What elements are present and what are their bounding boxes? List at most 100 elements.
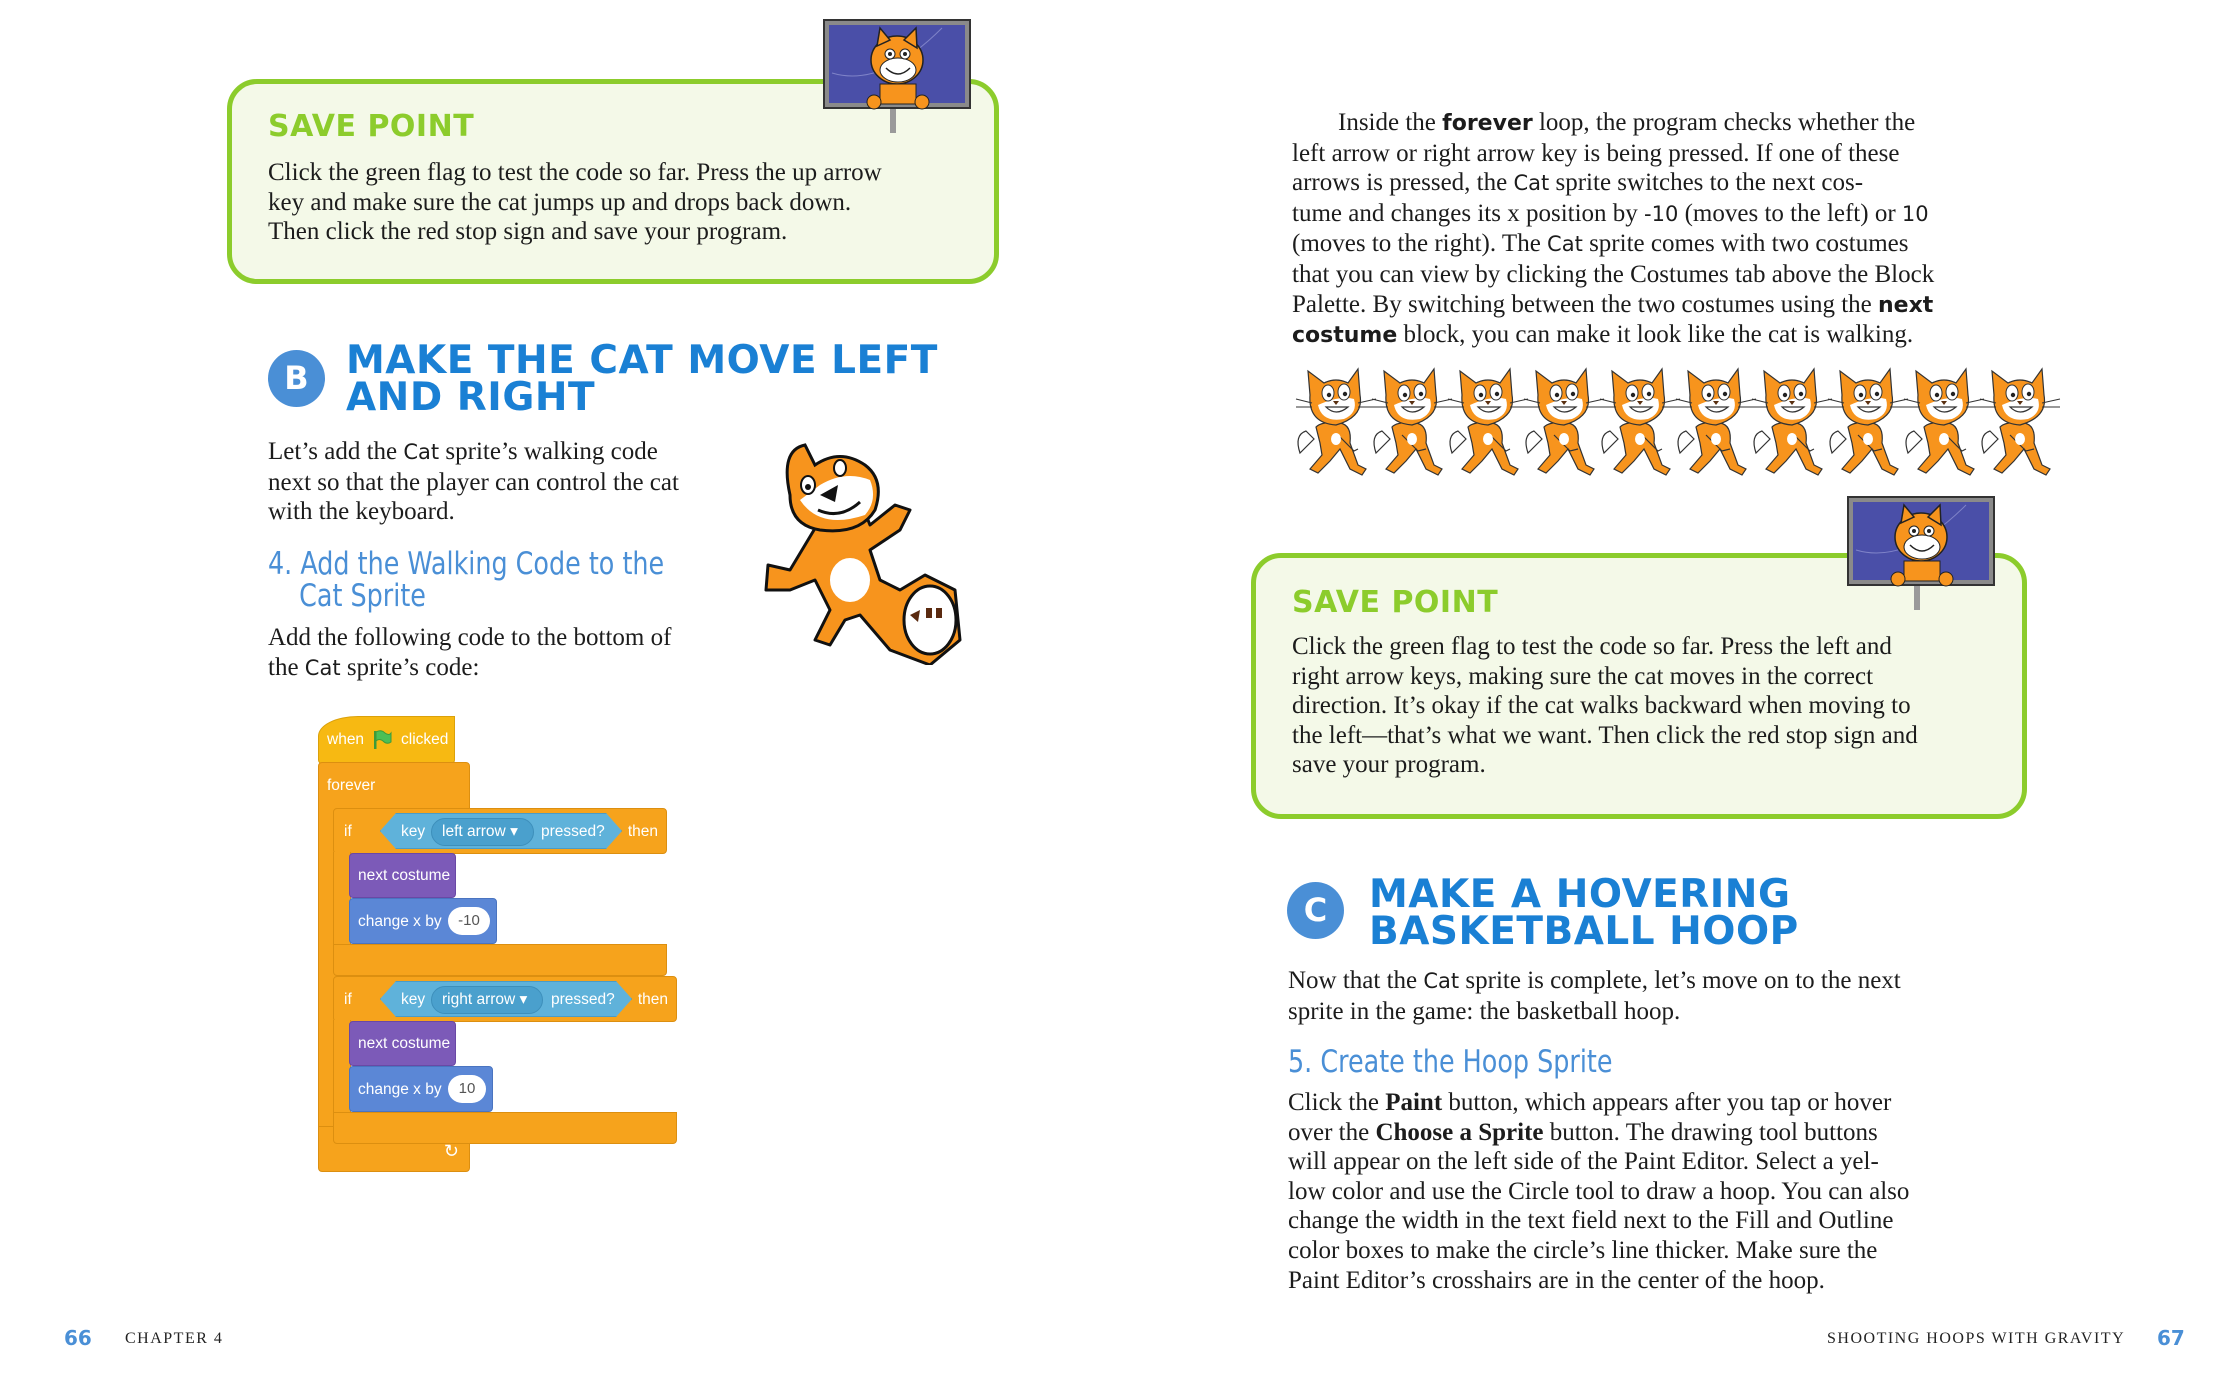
text-line: change the width in the text field next … bbox=[1288, 1207, 1894, 1235]
step-heading: 5. Create the Hoop Sprite bbox=[1288, 1044, 1613, 1080]
block-label: then bbox=[637, 991, 668, 1008]
forever-block[interactable]: forever bbox=[318, 762, 470, 810]
green-flag-icon bbox=[374, 730, 392, 749]
block-label: next costume bbox=[358, 1035, 451, 1052]
chapter-title-label: SHOOTING HOOPS WITH GRAVITY bbox=[1827, 1330, 2126, 1347]
explanation-paragraph: Inside the forever loop, the program che… bbox=[1292, 108, 2012, 351]
text-line: key and make sure the cat jumps up and d… bbox=[268, 188, 852, 216]
text-line: that you can view by clicking the Costum… bbox=[1292, 260, 1935, 288]
chapter-label: CHAPTER 4 bbox=[125, 1330, 224, 1347]
walking-cats-strip bbox=[1292, 365, 2062, 480]
text: Palette. By switching between the two co… bbox=[1292, 290, 1879, 318]
text: (moves to the left) or bbox=[1678, 199, 1902, 227]
ui-term: Choose a Sprite bbox=[1375, 1118, 1544, 1146]
section-heading: MAKE THE CAT MOVE LEFT AND RIGHT bbox=[346, 341, 938, 417]
text-line: Palette. By switching between the two co… bbox=[1292, 290, 2012, 321]
section-badge-c: C bbox=[1287, 882, 1344, 939]
section-intro: Let’s add the Cat sprite’s walking code … bbox=[268, 437, 748, 527]
save-point-text: Click the green flag to test the code so… bbox=[1292, 632, 2002, 780]
save-point-title: SAVE POINT bbox=[268, 109, 475, 144]
text-line: save your program. bbox=[1292, 751, 1486, 779]
heading-line: Cat Sprite bbox=[299, 578, 426, 614]
text: the bbox=[268, 653, 305, 681]
text-line: Inside the forever loop, the program che… bbox=[1292, 108, 2012, 139]
code-term: Cat bbox=[1513, 171, 1550, 196]
text: Inside the bbox=[1338, 109, 1443, 136]
text-line: Click the green flag to test the code so… bbox=[268, 159, 882, 186]
text-line: the left—that’s what we want. Then click… bbox=[1292, 721, 1918, 749]
save-point-text: Click the green flag to test the code so… bbox=[268, 158, 968, 247]
text-line: Click the Paint button, which appears af… bbox=[1288, 1088, 2008, 1118]
block-label: forever bbox=[327, 777, 376, 794]
text-line: Let’s add the Cat sprite’s walking code bbox=[268, 437, 748, 468]
heading-line: BASKETBALL HOOP bbox=[1369, 909, 1799, 954]
text-line: (moves to the right). The Cat sprite com… bbox=[1292, 229, 2012, 260]
block-label: key bbox=[401, 823, 426, 840]
block-label: clicked bbox=[401, 731, 449, 748]
text: arrows is pressed, the bbox=[1292, 169, 1514, 197]
page-number: 67 bbox=[2157, 1326, 2185, 1350]
jumping-cat-illustration bbox=[764, 443, 962, 665]
text: loop, the program checks whether the bbox=[1532, 109, 1916, 136]
text-line: tume and changes its x position by -10 (… bbox=[1292, 199, 2012, 230]
next-costume-block[interactable]: next costume bbox=[349, 853, 456, 898]
if-bottom bbox=[333, 944, 667, 976]
change-x-block[interactable]: change x by 10 bbox=[349, 1066, 493, 1112]
text: over the bbox=[1288, 1118, 1376, 1146]
text-line: Click the green flag to test the code so… bbox=[1292, 633, 1892, 660]
heading-line: 4. Add the Walking Code to the bbox=[268, 546, 665, 582]
text: Let’s add the bbox=[268, 438, 404, 465]
section-badge-b: B bbox=[268, 350, 325, 407]
text: sprite’s walking code bbox=[439, 438, 658, 465]
section-heading: MAKE A HOVERING BASKETBALL HOOP bbox=[1369, 872, 1799, 954]
text-line: Paint Editor’s crosshairs are in the cen… bbox=[1288, 1266, 1825, 1294]
block-label: then bbox=[627, 823, 658, 840]
step-description: Click the Paint button, which appears af… bbox=[1288, 1088, 2008, 1295]
step-heading: 4. Add the Walking Code to the Cat Sprit… bbox=[268, 548, 664, 612]
code-term: -10 bbox=[1644, 201, 1679, 226]
page-number: 66 bbox=[64, 1326, 92, 1350]
code-term: Cat bbox=[304, 655, 341, 680]
code-term: Cat bbox=[1423, 969, 1460, 993]
change-x-block[interactable]: change x by -10 bbox=[349, 898, 497, 944]
text-line: over the Choose a Sprite button. The dra… bbox=[1288, 1118, 2008, 1148]
text-line: next so that the player can control the … bbox=[268, 468, 679, 496]
loop-arrow-icon: ↻ bbox=[443, 1141, 459, 1161]
code-term: Cat bbox=[1547, 232, 1583, 257]
x-change-input[interactable]: 10 bbox=[448, 1075, 486, 1103]
dropdown-arrow-icon: ▾ bbox=[519, 991, 528, 1008]
ui-term: Paint bbox=[1385, 1089, 1443, 1116]
text: sprite’s code: bbox=[340, 653, 480, 681]
if-bottom bbox=[333, 1112, 677, 1144]
text-line: Now that the Cat sprite is complete, let… bbox=[1288, 966, 2008, 997]
when-flag-clicked-block[interactable]: when clicked bbox=[318, 716, 455, 764]
next-costume-block[interactable]: next costume bbox=[349, 1021, 456, 1066]
key-pressed-block[interactable]: key right arrow ▾ pressed? bbox=[380, 981, 632, 1017]
text-line: low color and use the Circle tool to dra… bbox=[1288, 1177, 1910, 1205]
code-term: next bbox=[1878, 292, 1934, 318]
heading-line: MAKE A HOVERING bbox=[1369, 872, 1791, 917]
code-term: Cat bbox=[403, 440, 440, 464]
code-term: costume bbox=[1292, 323, 1398, 349]
key-dropdown[interactable]: left arrow ▾ bbox=[431, 818, 534, 846]
key-dropdown[interactable]: right arrow ▾ bbox=[431, 986, 543, 1014]
walking-cat-icon bbox=[1979, 367, 2061, 476]
x-change-input[interactable]: -10 bbox=[448, 907, 490, 935]
text-line: left arrow or right arrow key is being p… bbox=[1292, 139, 1900, 167]
block-label: pressed? bbox=[551, 991, 615, 1008]
text: block, you can make it look like the cat… bbox=[1397, 321, 1914, 349]
text-line: arrows is pressed, the Cat sprite switch… bbox=[1292, 168, 2012, 199]
text-line: the Cat sprite’s code: bbox=[268, 653, 748, 684]
text-line: Add the following code to the bottom of bbox=[268, 624, 672, 651]
text: sprite comes with two costumes bbox=[1582, 230, 1909, 258]
key-pressed-block[interactable]: key left arrow ▾ pressed? bbox=[380, 813, 622, 849]
block-label: when bbox=[327, 731, 365, 748]
section-intro: Now that the Cat sprite is complete, let… bbox=[1288, 966, 2008, 1026]
text: sprite switches to the next cos- bbox=[1549, 169, 1864, 197]
text: Click the bbox=[1288, 1089, 1386, 1116]
text: sprite is complete, let’s move on to the… bbox=[1459, 967, 1901, 994]
text: tume and changes its x position by bbox=[1292, 199, 1645, 227]
text-line: costume block, you can make it look like… bbox=[1292, 320, 2012, 351]
dropdown-arrow-icon: ▾ bbox=[510, 823, 518, 840]
text-line: color boxes to make the circle’s line th… bbox=[1288, 1236, 1878, 1264]
